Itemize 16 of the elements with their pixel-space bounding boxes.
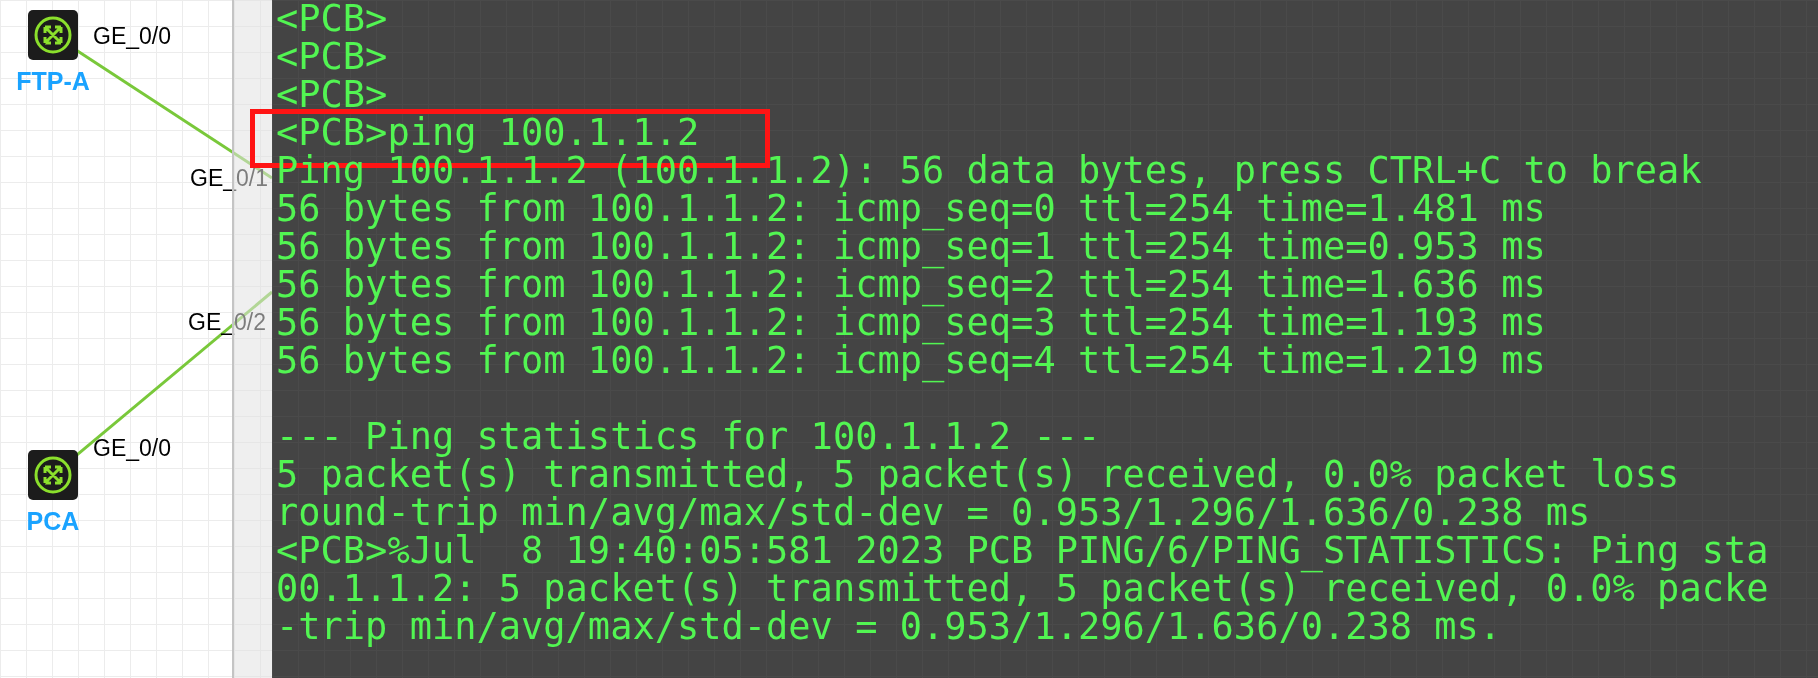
terminal-line: <PCB> xyxy=(276,38,388,76)
terminal-line: --- Ping statistics for 100.1.1.2 --- xyxy=(276,418,1101,456)
terminal-line: <PCB>ping 100.1.1.2 xyxy=(276,114,700,152)
device-name: FTP-A xyxy=(16,68,90,96)
router-icon[interactable] xyxy=(28,10,78,60)
device-name: PCA xyxy=(26,508,80,536)
terminal-line: <PCB> xyxy=(276,76,388,114)
terminal-line: -trip min/avg/max/std-dev = 0.953/1.296/1.636/0.238 ms. xyxy=(276,608,1502,646)
terminal-line: 5 packet(s) transmitted, 5 packet(s) received, 0.0% packet loss xyxy=(276,456,1680,494)
port-label: GE_0/2 xyxy=(188,310,266,336)
router-icon[interactable] xyxy=(28,450,78,500)
terminal-line: <PCB> xyxy=(276,0,388,38)
terminal-line: round-trip min/avg/max/std-dev = 0.953/1.296/1.636/0.238 ms xyxy=(276,494,1591,532)
port-label: GE_0/1 xyxy=(190,166,268,192)
port-label: GE_0/0 xyxy=(93,436,171,462)
port-label: GE_0/0 xyxy=(93,24,171,50)
